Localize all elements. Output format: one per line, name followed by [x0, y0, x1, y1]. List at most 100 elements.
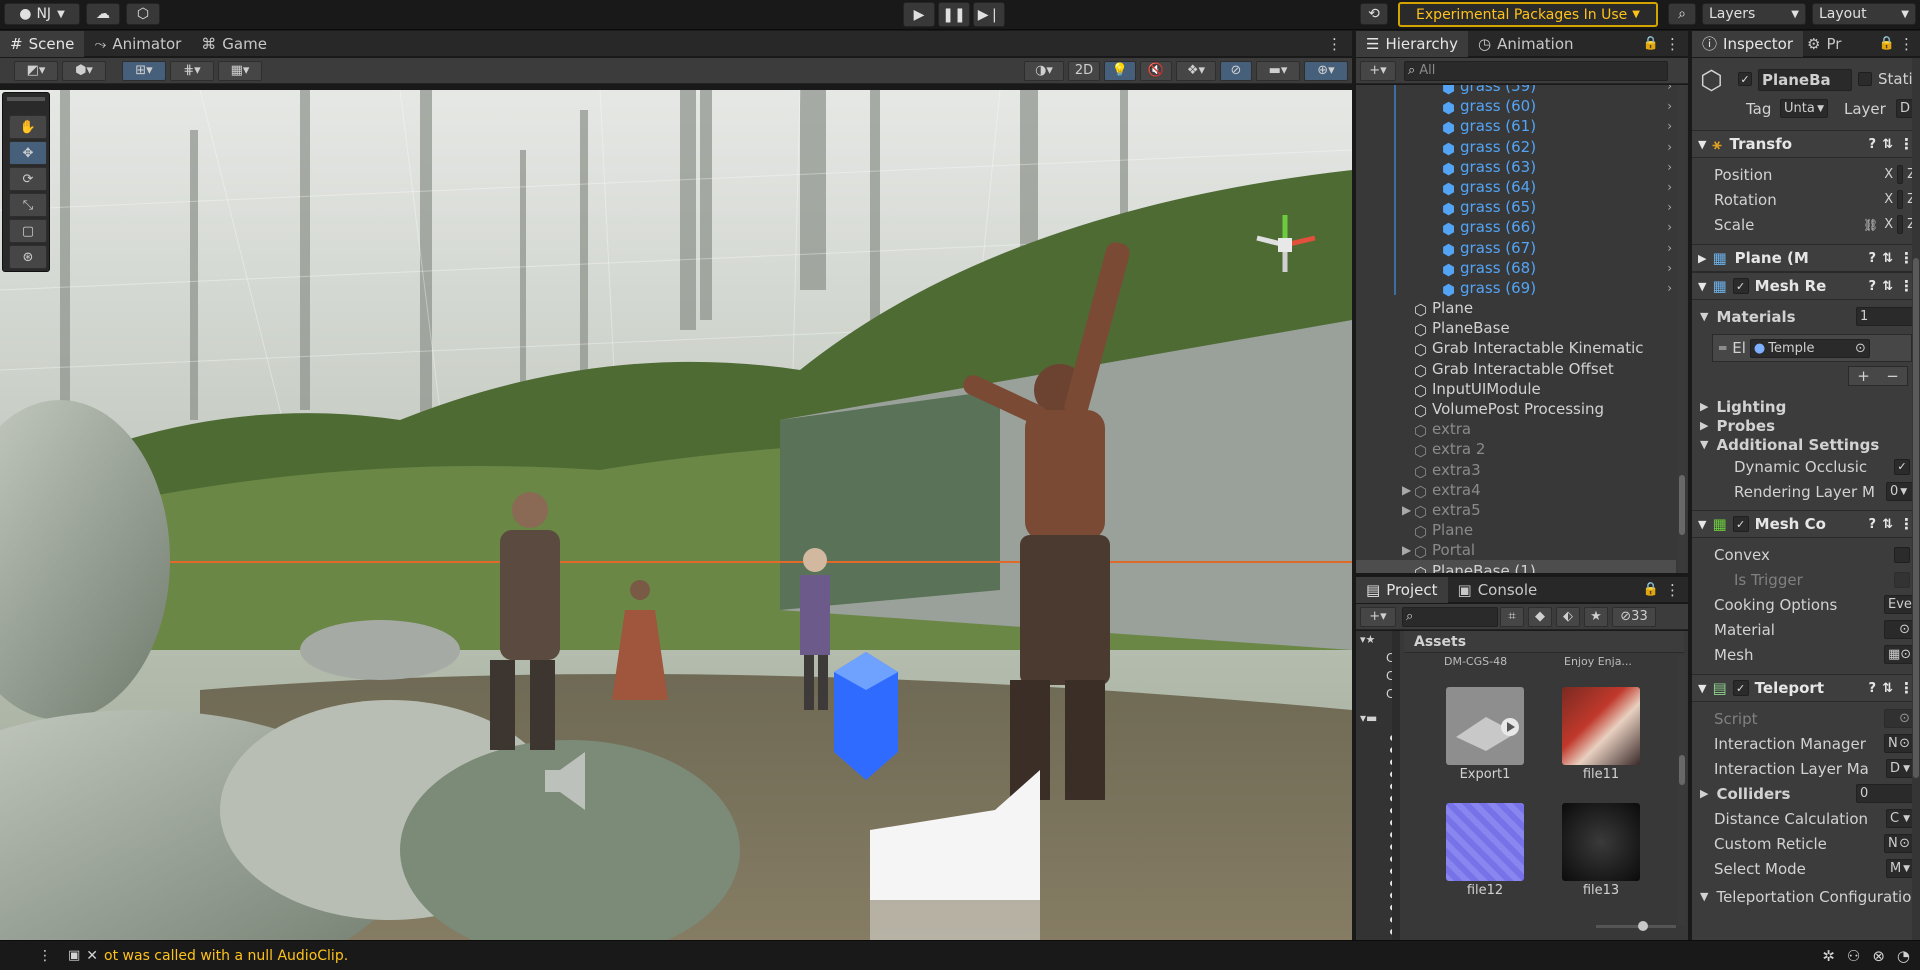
mesh-field[interactable]: ▦ ⊙ — [1884, 645, 1914, 664]
object-picker-icon[interactable]: ⊙ — [1900, 647, 1911, 662]
preset-icon[interactable]: ⇅ — [1882, 251, 1893, 266]
list-item[interactable]: ⬡ VolumePost Processing — [1356, 399, 1676, 420]
is-trigger-checkbox[interactable] — [1894, 571, 1910, 588]
help-icon[interactable]: ? — [1869, 137, 1877, 152]
dynamic-occlusion-checkbox[interactable]: ✓ — [1894, 458, 1910, 475]
mesh-collider-enabled-checkbox[interactable]: ✓ — [1732, 516, 1749, 532]
assets-breadcrumb[interactable]: Assets — [1404, 631, 1684, 653]
close-icon[interactable]: ✕ — [86, 948, 98, 964]
custom-reticle-field[interactable]: N ⊙ — [1884, 834, 1914, 853]
active-checkbox[interactable]: ✓ — [1738, 72, 1752, 86]
chevron-right-icon[interactable]: › — [1667, 180, 1672, 194]
link-icon[interactable]: ⛓ — [1863, 218, 1878, 232]
help-icon[interactable]: ? — [1869, 251, 1877, 266]
preset-icon[interactable]: ⇅ — [1882, 681, 1893, 696]
tab-animation[interactable]: ◷ Animation — [1468, 31, 1584, 57]
list-item[interactable]: ⬡ extra3 — [1356, 460, 1676, 481]
chevron-right-icon[interactable]: › — [1667, 140, 1672, 154]
more-options-icon[interactable]: ⋮ — [1327, 35, 1342, 53]
list-item[interactable]: ⬡ extra 2 — [1356, 439, 1676, 460]
list-item[interactable]: ⬢ grass (62) › — [1356, 137, 1676, 158]
hidden-count-button[interactable]: ⊘ 33 — [1612, 606, 1656, 627]
project-search-input[interactable]: ⌕ — [1402, 606, 1498, 627]
convex-checkbox[interactable] — [1894, 546, 1910, 563]
list-item[interactable]: ⬢ grass (66) › — [1356, 217, 1676, 238]
mesh-renderer-header[interactable]: ▼ ▦ ✓ Mesh Re ? ⇅ ⋮ — [1692, 272, 1920, 300]
transform-header[interactable]: ▼ ⚹ Transfo ? ⇅ ⋮ — [1692, 130, 1920, 158]
list-item[interactable]: ⬡ PlaneBase (1) — [1356, 560, 1676, 573]
chevron-right-icon[interactable]: › — [1667, 261, 1672, 275]
chevron-right-icon[interactable]: › — [1667, 241, 1672, 255]
play-button[interactable]: ▶ — [903, 2, 935, 27]
favorites-button[interactable]: ★ — [1584, 606, 1608, 627]
grid-snap-dropdown[interactable]: ⊞▾ — [122, 60, 166, 81]
material-object-field[interactable]: ● Temple ⊙ — [1749, 338, 1870, 358]
list-item[interactable]: ⬡ Grab Interactable Offset — [1356, 359, 1676, 380]
asset-thumbnail-export1[interactable] — [1446, 687, 1524, 765]
palette-drag-handle[interactable] — [7, 97, 45, 101]
shading-mode-dropdown[interactable]: ◑▾ — [1024, 60, 1064, 81]
scale-tool-button[interactable]: ⤡ — [9, 193, 47, 217]
chevron-right-icon[interactable]: › — [1667, 160, 1672, 174]
chevron-right-icon[interactable]: › — [1667, 85, 1672, 93]
bug-icon[interactable]: ✲ — [1822, 947, 1835, 965]
account-dropdown[interactable]: ● NJ ▼ — [4, 3, 80, 25]
scrollbar-thumb[interactable] — [1679, 755, 1685, 785]
lighting-toggle[interactable]: 💡 — [1104, 60, 1136, 81]
network-icon[interactable]: ⚇ — [1847, 947, 1860, 965]
scene-viewport[interactable]: ✋ ✥ ⟳ ⤡ ▢ ⊛ — [0, 90, 1352, 940]
increment-snap-dropdown[interactable]: ⋕▾ — [170, 60, 214, 81]
teleport-config-foldout[interactable]: ▼ Teleportation Configuratio — [1692, 884, 1920, 909]
more-options-icon[interactable]: ⋮ — [1665, 581, 1680, 599]
list-item[interactable]: ▶ ⬡ extra5 — [1356, 500, 1676, 521]
fold-arrow-icon[interactable]: ▶ — [1402, 543, 1411, 557]
step-button[interactable]: ▶❘ — [973, 2, 1005, 27]
scrollbar-thumb[interactable] — [1679, 475, 1685, 535]
chevron-right-icon[interactable]: › — [1667, 119, 1672, 133]
camera-dropdown[interactable]: ▬▾ — [1256, 60, 1300, 81]
toggle-2d-button[interactable]: 2D — [1068, 60, 1100, 81]
mesh-filter-header[interactable]: ▶ ▦ Plane (M ? ⇅ ⋮ — [1692, 244, 1920, 272]
materials-row[interactable]: ▼ Materials 1 — [1692, 304, 1920, 329]
chevron-right-icon[interactable]: › — [1667, 281, 1672, 295]
layers-dropdown[interactable]: Layers ▼ — [1702, 3, 1806, 25]
list-item[interactable]: ⬢ grass (64) › — [1356, 177, 1676, 198]
layout-dropdown[interactable]: Layout ▼ — [1812, 3, 1916, 25]
colliders-foldout[interactable]: ▶ Colliders 0 — [1692, 781, 1920, 806]
list-item[interactable]: ⬡ Plane — [1356, 520, 1676, 541]
object-picker-icon[interactable]: ⊙ — [1899, 836, 1910, 851]
chevron-right-icon[interactable]: › — [1667, 220, 1672, 234]
help-icon[interactable]: ? — [1869, 279, 1877, 294]
list-item[interactable]: ⬢ grass (59) › — [1356, 85, 1676, 97]
tag-dropdown[interactable]: Unta ▼ — [1780, 99, 1828, 118]
search-scope-button[interactable]: ⌗ — [1500, 606, 1524, 627]
more-options-icon[interactable]: ⋮ — [1899, 35, 1914, 53]
object-picker-icon[interactable]: ⊙ — [1899, 711, 1910, 726]
tab-project-settings[interactable]: ⚙ Pr — [1803, 31, 1845, 57]
chevron-right-icon[interactable]: › — [1667, 99, 1672, 113]
audio-toggle[interactable]: 🔇 — [1140, 60, 1172, 81]
help-icon[interactable]: ? — [1869, 517, 1877, 532]
distance-calculation-dropdown[interactable]: C ▼ — [1886, 809, 1914, 828]
effects-dropdown[interactable]: ❖▾ — [1176, 60, 1216, 81]
visibility-toggle[interactable]: ⊘ — [1220, 60, 1252, 81]
fold-arrow-icon[interactable]: ▶ — [1402, 483, 1411, 497]
list-item[interactable]: ⬢ grass (68) › — [1356, 258, 1676, 279]
list-item[interactable]: ⬢ grass (65) › — [1356, 197, 1676, 218]
position-x-field[interactable] — [1897, 165, 1904, 184]
fold-arrow-icon[interactable]: ▶ — [1402, 503, 1411, 517]
list-item[interactable]: ⬢ grass (67) › — [1356, 238, 1676, 259]
object-picker-icon[interactable]: ⊙ — [1855, 341, 1866, 356]
tab-hierarchy[interactable]: ☰ Hierarchy — [1356, 30, 1468, 57]
rendering-layer-dropdown[interactable]: 0 ▼ — [1886, 482, 1914, 501]
slider-handle[interactable] — [1638, 921, 1648, 931]
rect-tool-button[interactable]: ▢ — [9, 219, 47, 243]
gizmo-dropdown[interactable]: ⬢▾ — [62, 60, 106, 81]
tab-game[interactable]: ⌘ Game — [191, 31, 277, 57]
preset-icon[interactable]: ⇅ — [1882, 279, 1893, 294]
teleport-header[interactable]: ▼ ▤ ✓ Teleport ? ⇅ ⋮ — [1692, 674, 1920, 702]
lock-icon[interactable]: 🔒 — [1643, 582, 1659, 597]
list-item[interactable]: ⬢ grass (63) › — [1356, 157, 1676, 178]
history-button[interactable]: ⟲ — [1360, 3, 1388, 25]
collab-button[interactable]: ⬡ — [126, 3, 160, 25]
